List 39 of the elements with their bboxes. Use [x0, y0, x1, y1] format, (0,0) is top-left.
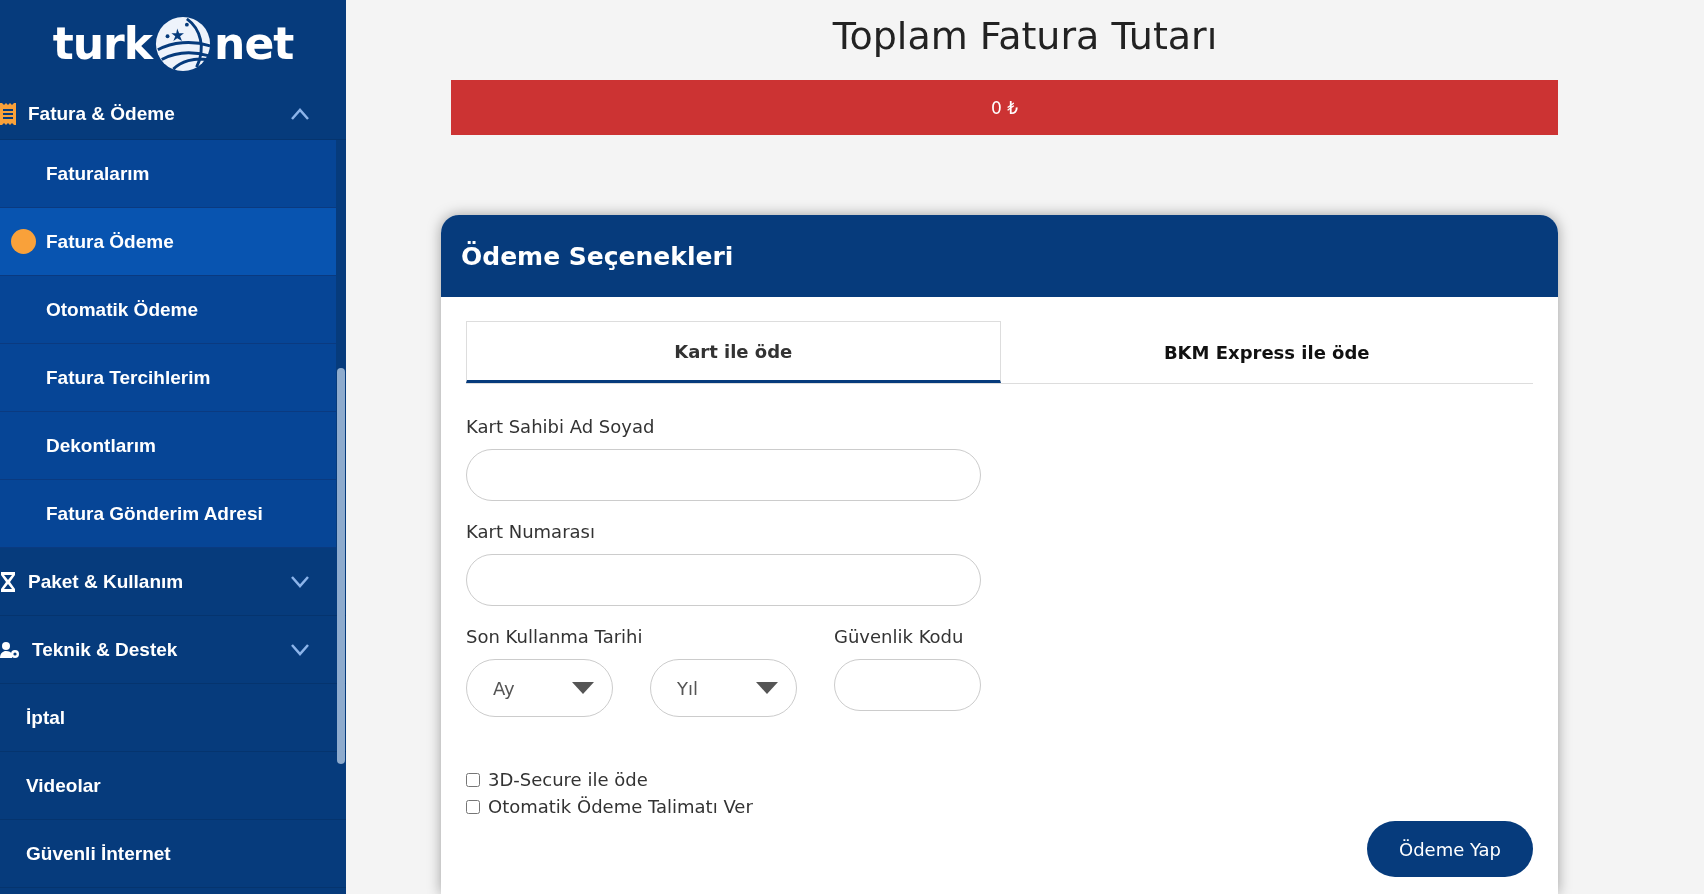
checkbox-label: 3D-Secure ile öde	[488, 769, 648, 790]
submenu-item[interactable]: Dekontlarım	[0, 412, 336, 480]
menu-group[interactable]: Fatura & Ödeme	[28, 102, 278, 125]
total-amount-bar: 0 ₺	[451, 80, 1558, 135]
menu-group[interactable]: Teknik & Destek	[32, 638, 278, 661]
submenu-item[interactable]: Fatura Gönderim Adresi	[0, 480, 336, 548]
menu-item[interactable]: Güvenli İnternet	[0, 820, 346, 888]
card-title: Ödeme Seçenekleri	[441, 215, 1558, 297]
input-field[interactable]	[466, 449, 981, 501]
submenu-item[interactable]: Fatura Tercihlerim	[0, 344, 336, 412]
logo-text: net	[214, 22, 294, 66]
field-label: Kart Sahibi Ad Soyad	[466, 416, 656, 437]
field-label: Son Kullanma Tarihi	[466, 626, 644, 647]
caret-icon	[572, 682, 594, 694]
logo-text: turk	[52, 22, 153, 66]
globe-icon	[154, 15, 213, 73]
input-field[interactable]	[834, 659, 981, 711]
checkbox[interactable]	[466, 772, 480, 787]
submenu-item[interactable]: Faturalarım	[0, 140, 336, 208]
pay-button[interactable]: Ödeme Yap	[1367, 821, 1533, 877]
hourglass-icon	[0, 569, 16, 594]
field-label: Kart Numarası	[466, 521, 596, 542]
payment-tab[interactable]: Kart ile öde	[466, 321, 1001, 383]
chevron-icon[interactable]	[290, 575, 310, 588]
caret-icon	[756, 682, 778, 694]
active-dot	[11, 229, 36, 254]
checkbox-label: Otomatik Ödeme Talimatı Ver	[488, 796, 753, 817]
menu-group[interactable]: Paket & Kullanım	[28, 570, 278, 593]
chevron-icon[interactable]	[290, 107, 310, 120]
page-title: Toplam Fatura Tutarı	[832, 14, 1218, 58]
input-field[interactable]	[466, 554, 981, 606]
dropdown[interactable]: Yıl	[650, 659, 797, 717]
submenu-item[interactable]: Otomatik Ödeme	[0, 276, 336, 344]
submenu-item[interactable]: Fatura Ödeme	[0, 208, 336, 276]
checkbox[interactable]	[466, 799, 480, 814]
dropdown[interactable]: Ay	[466, 659, 613, 717]
scrollbar[interactable]	[337, 368, 345, 764]
chevron-icon[interactable]	[290, 643, 310, 656]
field-label: Güvenlik Kodu	[834, 626, 965, 647]
